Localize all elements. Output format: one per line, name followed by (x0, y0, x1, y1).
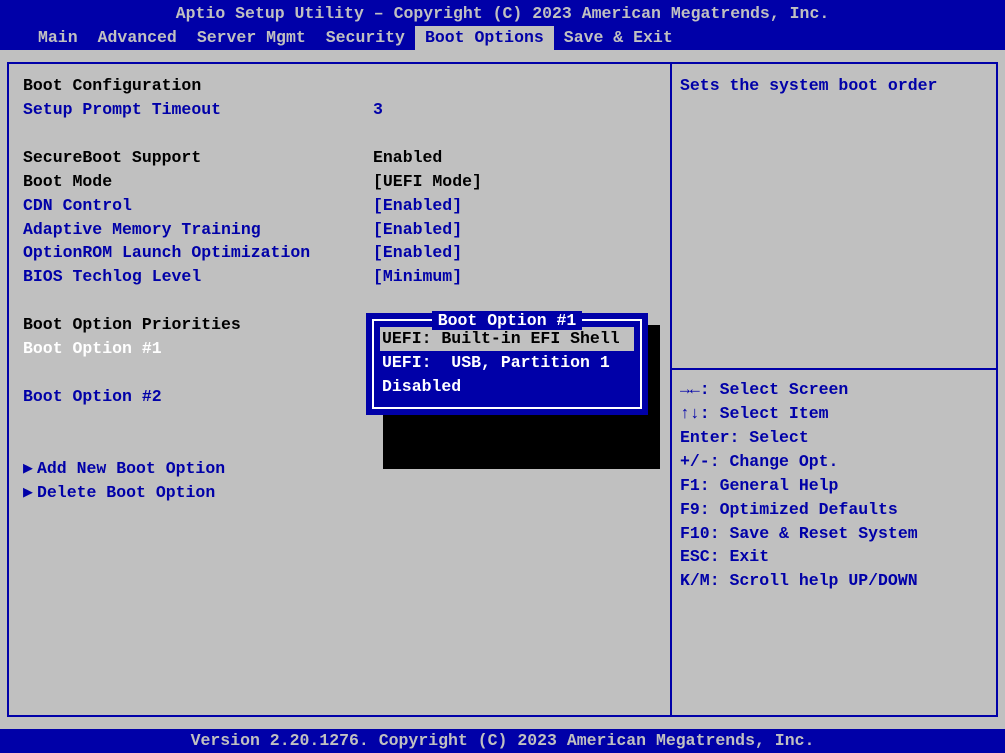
row-bios-techlog-level[interactable]: BIOS Techlog Level[Minimum] (23, 265, 656, 289)
row-boot-mode[interactable]: Boot Mode[UEFI Mode] (23, 170, 656, 194)
key-change-opt: +/-: Change Opt. (680, 450, 988, 474)
row-adaptive-memory-training[interactable]: Adaptive Memory Training[Enabled] (23, 218, 656, 242)
tab-main[interactable]: Main (28, 26, 88, 50)
tab-boot-options[interactable]: Boot Options (415, 26, 554, 50)
key-select-item: ↑↓: Select Item (680, 402, 988, 426)
section-boot-config: Boot Configuration (23, 74, 656, 98)
row-setup-prompt-timeout[interactable]: Setup Prompt Timeout3 (23, 98, 656, 122)
popup-boot-option-1: Boot Option #1 UEFI: Built-in EFI Shell … (366, 313, 648, 415)
title-bar: Aptio Setup Utility – Copyright (C) 2023… (0, 0, 1005, 26)
help-separator (672, 368, 996, 370)
left-panel: Boot Configuration Setup Prompt Timeout3… (9, 64, 670, 715)
row-delete-boot-option[interactable]: ▶Delete Boot Option (23, 481, 656, 505)
panel-frame: Boot Configuration Setup Prompt Timeout3… (7, 62, 998, 717)
key-select-screen: →←: Select Screen (680, 378, 988, 402)
key-km: K/M: Scroll help UP/DOWN (680, 569, 988, 593)
body-area: Boot Configuration Setup Prompt Timeout3… (0, 50, 1005, 729)
tab-advanced[interactable]: Advanced (88, 26, 187, 50)
title-text: Aptio Setup Utility – Copyright (C) 2023… (176, 4, 830, 23)
key-esc: ESC: Exit (680, 545, 988, 569)
row-cdn-control[interactable]: CDN Control[Enabled] (23, 194, 656, 218)
row-secureboot: SecureBoot SupportEnabled (23, 146, 656, 170)
footer-text: Version 2.20.1276. Copyright (C) 2023 Am… (191, 731, 815, 750)
key-enter: Enter: Select (680, 426, 988, 450)
tab-server-mgmt[interactable]: Server Mgmt (187, 26, 316, 50)
tab-save-exit[interactable]: Save & Exit (554, 26, 683, 50)
key-f9: F9: Optimized Defaults (680, 498, 988, 522)
key-f10: F10: Save & Reset System (680, 522, 988, 546)
footer-bar: Version 2.20.1276. Copyright (C) 2023 Am… (0, 729, 1005, 753)
right-panel: Sets the system boot order →←: Select Sc… (670, 64, 996, 715)
help-text: Sets the system boot order (680, 74, 988, 98)
triangle-icon: ▶ (23, 481, 37, 505)
popup-item-disabled[interactable]: Disabled (380, 375, 634, 399)
popup-title: Boot Option #1 (432, 311, 583, 330)
menu-tabs: Main Advanced Server Mgmt Security Boot … (0, 26, 1005, 50)
popup-item-uefi-usb[interactable]: UEFI: USB, Partition 1 (380, 351, 634, 375)
tab-security[interactable]: Security (316, 26, 415, 50)
bios-screen: Aptio Setup Utility – Copyright (C) 2023… (0, 0, 1005, 753)
row-optionrom-launch-opt[interactable]: OptionROM Launch Optimization[Enabled] (23, 241, 656, 265)
key-f1: F1: General Help (680, 474, 988, 498)
triangle-icon: ▶ (23, 457, 37, 481)
